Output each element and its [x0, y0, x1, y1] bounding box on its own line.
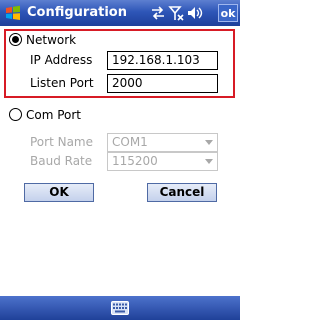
volume-icon	[188, 7, 203, 19]
ok-button[interactable]: OK	[24, 183, 94, 202]
ip-address-label: IP Address	[30, 53, 93, 67]
status-icons	[152, 6, 203, 21]
listen-port-input[interactable]: 2000	[107, 74, 218, 93]
port-name-label: Port Name	[30, 135, 94, 149]
port-name-select[interactable]: COM1	[107, 133, 218, 152]
port-name-value: COM1	[112, 135, 148, 149]
network-radio[interactable]	[9, 33, 22, 46]
network-label: Network	[26, 33, 77, 47]
soft-key-bar	[0, 296, 240, 320]
ip-address-input[interactable]: 192.168.1.103	[107, 51, 218, 70]
com-port-label: Com Port	[26, 108, 82, 122]
windows-start-icon[interactable]	[4, 4, 22, 22]
com-port-radio[interactable]	[9, 108, 22, 121]
radio-selected-dot	[12, 36, 19, 43]
window-title: Configuration	[27, 5, 127, 20]
chevron-down-icon	[205, 159, 213, 164]
title-bar: Configuration ok	[0, 0, 240, 26]
sync-icon	[152, 6, 164, 20]
cancel-button[interactable]: Cancel	[147, 183, 217, 202]
title-ok-button[interactable]: ok	[218, 4, 238, 22]
listen-port-label: Listen Port	[30, 76, 94, 90]
baud-rate-value: 115200	[112, 154, 158, 168]
baud-rate-label: Baud Rate	[30, 154, 93, 168]
chevron-down-icon	[205, 140, 213, 145]
config-form: Network IP Address 192.168.1.103 Listen …	[0, 26, 240, 296]
signal-off-icon	[168, 6, 184, 21]
keyboard-icon[interactable]	[111, 301, 129, 315]
baud-rate-select[interactable]: 115200	[107, 152, 218, 171]
